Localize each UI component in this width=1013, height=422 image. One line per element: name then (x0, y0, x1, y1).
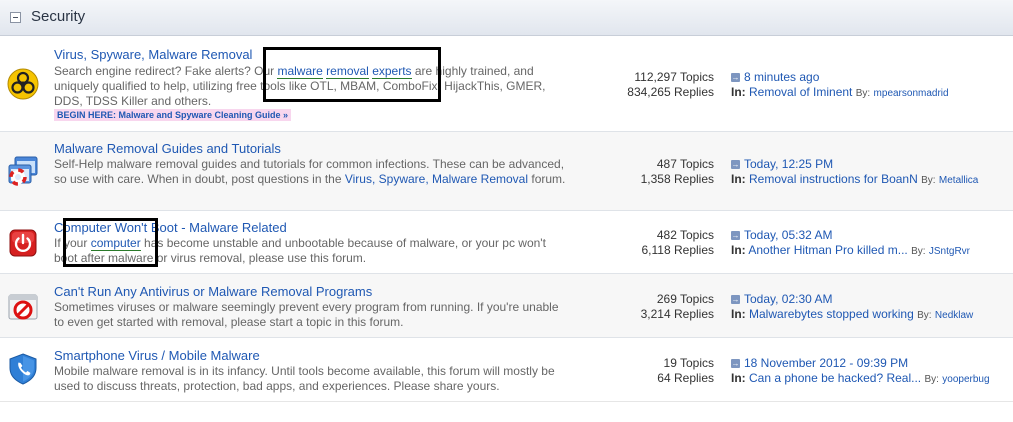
last-post: → Today, 12:25 PM In: Removal instruction… (731, 157, 979, 186)
last-post-user[interactable]: Metallica (939, 175, 978, 186)
forum-row: Smartphone Virus / Mobile Malware Mobile… (0, 338, 1013, 402)
last-post-time[interactable]: Today, 05:32 AM (744, 228, 833, 242)
biohazard-icon (7, 68, 39, 100)
forum-title-virus-spyware[interactable]: Virus, Spyware, Malware Removal (54, 47, 252, 62)
list-bottom-divider (0, 401, 1013, 402)
lifebuoy-window-icon (8, 156, 38, 186)
goto-last-post-icon[interactable]: → (731, 231, 740, 241)
forum-title-computer-wont-boot[interactable]: Computer Won't Boot - Malware Related (54, 220, 287, 235)
forum-stats: 269 Topics 3,214 Replies (594, 292, 714, 322)
keyword-link-malware[interactable]: malware (277, 64, 323, 79)
virus-spyware-forum-link[interactable]: Virus, Spyware, Malware Removal (345, 172, 528, 186)
forum-description: Sometimes viruses or malware seemingly p… (54, 300, 559, 329)
last-post-topic[interactable]: Removal instructions for BoanN (749, 172, 918, 186)
forum-row: Can't Run Any Antivirus or Malware Remov… (0, 274, 1013, 338)
category-title: Security (31, 8, 86, 25)
topics-count: 112,297 Topics (634, 70, 714, 84)
topics-count: 487 Topics (656, 157, 714, 171)
last-post-time[interactable]: Today, 02:30 AM (744, 292, 833, 306)
goto-last-post-icon[interactable]: → (731, 73, 740, 83)
goto-last-post-icon[interactable]: → (731, 295, 740, 305)
last-post-user[interactable]: yooperbug (942, 374, 989, 385)
last-post: → 18 November 2012 - 09:39 PM In: Can a p… (731, 356, 990, 385)
keyword-link-computer[interactable]: computer (90, 236, 141, 251)
last-post-time[interactable]: Today, 12:25 PM (744, 157, 833, 171)
forum-title-smartphone-virus[interactable]: Smartphone Virus / Mobile Malware (54, 348, 260, 363)
replies-count: 64 Replies (657, 371, 714, 385)
forum-row: Computer Won't Boot - Malware Related If… (0, 211, 1013, 274)
last-post-topic[interactable]: Malwarebytes stopped working (749, 307, 914, 321)
goto-last-post-icon[interactable]: → (731, 359, 740, 369)
forum-stats: 482 Topics 6,118 Replies (594, 228, 715, 258)
replies-count: 6,118 Replies (641, 243, 715, 257)
forum-description: Mobile malware removal is in its infancy… (54, 364, 555, 393)
keyword-link-removal[interactable]: removal (326, 64, 369, 79)
forum-row: Virus, Spyware, Malware Removal Search e… (0, 37, 1013, 132)
shield-phone-icon (9, 353, 37, 385)
topics-count: 269 Topics (656, 292, 714, 306)
last-post-topic[interactable]: Removal of Iminent (749, 85, 852, 99)
replies-count: 1,358 Replies (640, 172, 714, 186)
last-post: → Today, 05:32 AM In: Another Hitman Pro … (731, 228, 971, 257)
goto-last-post-icon[interactable]: → (731, 160, 740, 170)
blocked-window-icon (8, 294, 38, 320)
topics-count: 19 Topics (663, 356, 714, 370)
last-post-time[interactable]: 8 minutes ago (744, 70, 819, 84)
forum-title-removal-guides[interactable]: Malware Removal Guides and Tutorials (54, 141, 281, 156)
cleaning-guide-link[interactable]: BEGIN HERE: Malware and Spyware Cleaning… (54, 109, 292, 121)
category-header: Security (0, 0, 1013, 36)
last-post-time[interactable]: 18 November 2012 - 09:39 PM (744, 356, 908, 370)
forum-stats: 487 Topics 1,358 Replies (594, 157, 714, 187)
replies-count: 3,214 Replies (640, 307, 714, 321)
last-post-user[interactable]: Nedklaw (935, 310, 973, 321)
collapse-category-button[interactable] (10, 12, 21, 23)
last-post: → 8 minutes ago In: Removal of Iminent By… (731, 70, 949, 99)
forum-stats: 112,297 Topics 834,265 Replies (594, 70, 714, 100)
forum-description: Self-Help malware removal guides and tut… (54, 157, 566, 186)
power-button-icon (9, 229, 37, 257)
forum-stats: 19 Topics 64 Replies (594, 356, 714, 386)
replies-count: 834,265 Replies (627, 85, 714, 99)
topics-count: 482 Topics (656, 228, 714, 242)
last-post-user[interactable]: JSntgRvr (929, 246, 970, 257)
forum-title-cant-run-antivirus[interactable]: Can't Run Any Antivirus or Malware Remov… (54, 284, 372, 299)
forum-row: Malware Removal Guides and Tutorials Sel… (0, 132, 1013, 211)
last-post-topic[interactable]: Can a phone be hacked? Real... (749, 371, 921, 385)
last-post: → Today, 02:30 AM In: Malwarebytes stoppe… (731, 292, 974, 321)
keyword-link-experts[interactable]: experts (372, 64, 412, 79)
forum-description: Search engine redirect? Fake alerts? Our… (54, 64, 546, 108)
forum-description: If your computer has become unstable and… (54, 236, 546, 265)
last-post-user[interactable]: mpearsonmadrid (874, 88, 949, 99)
last-post-topic[interactable]: Another Hitman Pro killed m... (748, 243, 907, 257)
